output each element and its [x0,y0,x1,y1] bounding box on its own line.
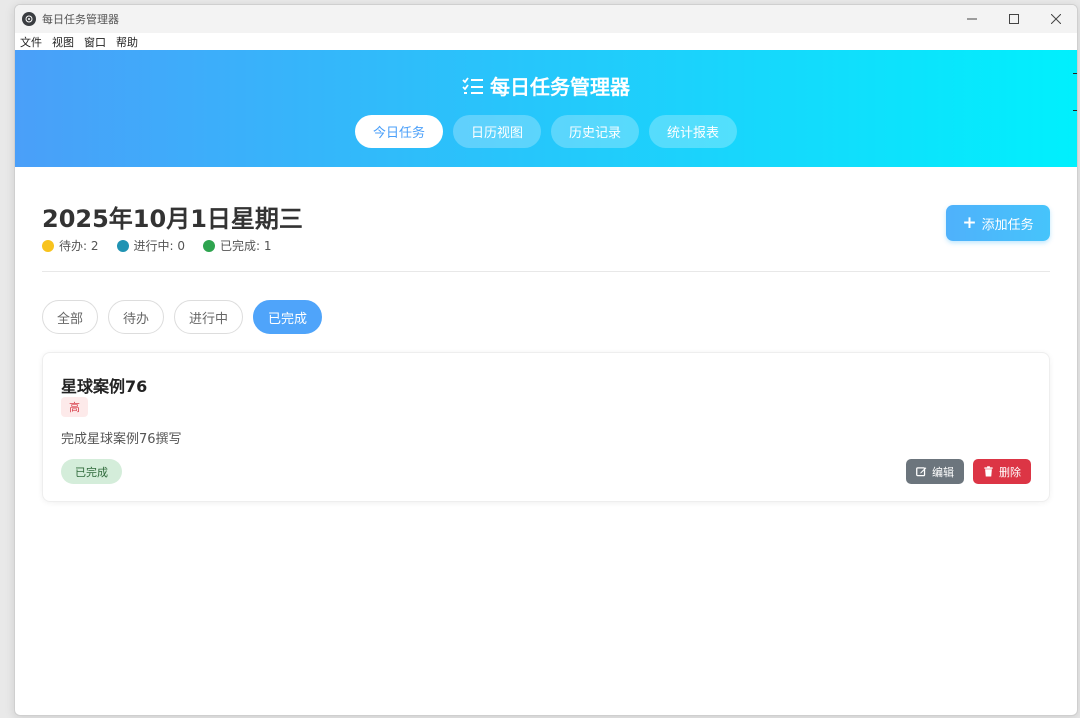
title-bar: 每日任务管理器 [15,5,1077,33]
maximize-button[interactable] [993,5,1035,33]
app-header: 每日任务管理器 [15,71,1077,100]
add-task-button[interactable]: + 添加任务 [946,205,1050,241]
page-title: 2025年10月1日星期三 [42,205,303,233]
stat-completed: 已完成: 1 [203,237,272,254]
stat-pending: 待办: 2 [42,237,99,254]
close-icon [1051,14,1061,24]
stat-completed-label: 已完成: 1 [220,239,272,253]
app-window: 每日任务管理器 文件 视图 窗口 帮助 每日任务管理器 今日任务 日历视图 历史… [14,4,1078,716]
menu-window[interactable]: 窗口 [84,34,106,50]
menu-bar: 文件 视图 窗口 帮助 [15,33,1077,50]
edit-label: 编辑 [932,465,954,479]
maximize-icon [1009,14,1019,24]
tab-stats[interactable]: 统计报表 [649,115,738,148]
close-button[interactable] [1035,5,1077,33]
menu-view[interactable]: 视图 [52,34,74,50]
tab-bar: 今日任务 日历视图 历史记录 统计报表 [15,115,1077,148]
trash-icon [984,466,993,477]
task-stats: 待办: 2 进行中: 0 已完成: 1 [42,237,290,254]
window-controls [951,5,1077,33]
filter-pending[interactable]: 待办 [108,300,165,334]
header-banner: 每日任务管理器 今日任务 日历视图 历史记录 统计报表 [15,50,1077,167]
tab-calendar[interactable]: 日历视图 [452,115,541,148]
task-title: 星球案例76 [61,377,148,396]
header-title: 每日任务管理器 [490,75,630,99]
completed-dot-icon [203,239,215,252]
window-title: 每日任务管理器 [42,13,119,26]
task-actions: 编辑 删除 [906,459,1031,484]
menu-file[interactable]: 文件 [20,34,42,50]
filter-all[interactable]: 全部 [42,300,99,334]
in-progress-dot-icon [116,239,129,252]
tab-history[interactable]: 历史记录 [551,115,640,148]
stat-in-progress: 进行中: 0 [116,237,186,254]
filter-completed[interactable]: 已完成 [253,300,323,334]
app-icon [22,12,36,26]
task-description: 完成星球案例76撰写 [61,432,182,447]
task-card: 星球案例76 高 完成星球案例76撰写 已完成 编辑 删除 [42,352,1050,502]
edge-divider [1073,73,1077,111]
minimize-button[interactable] [951,5,993,33]
stat-in-progress-label: 进行中: 0 [133,239,186,253]
plus-icon: + [962,212,977,233]
filter-in-progress[interactable]: 进行中 [174,300,244,334]
filter-bar: 全部 待办 进行中 已完成 [42,300,1050,334]
add-task-label: 添加任务 [981,217,1034,233]
stat-pending-label: 待办: 2 [59,239,99,253]
tab-today[interactable]: 今日任务 [354,115,443,148]
date-section: 2025年10月1日星期三 待办: 2 进行中: 0 已完成: 1 + 添加任务 [42,167,1050,272]
main-content: 2025年10月1日星期三 待办: 2 进行中: 0 已完成: 1 + 添加任务 [15,167,1077,502]
delete-button[interactable]: 删除 [973,459,1031,484]
status-badge: 已完成 [61,459,122,484]
minimize-icon [967,18,977,20]
task-list-icon [462,76,483,94]
menu-help[interactable]: 帮助 [116,34,138,50]
edit-button[interactable]: 编辑 [906,459,964,484]
pending-dot-icon [42,239,54,252]
priority-badge: 高 [61,397,88,417]
edit-icon [916,467,927,477]
delete-label: 删除 [999,465,1021,479]
